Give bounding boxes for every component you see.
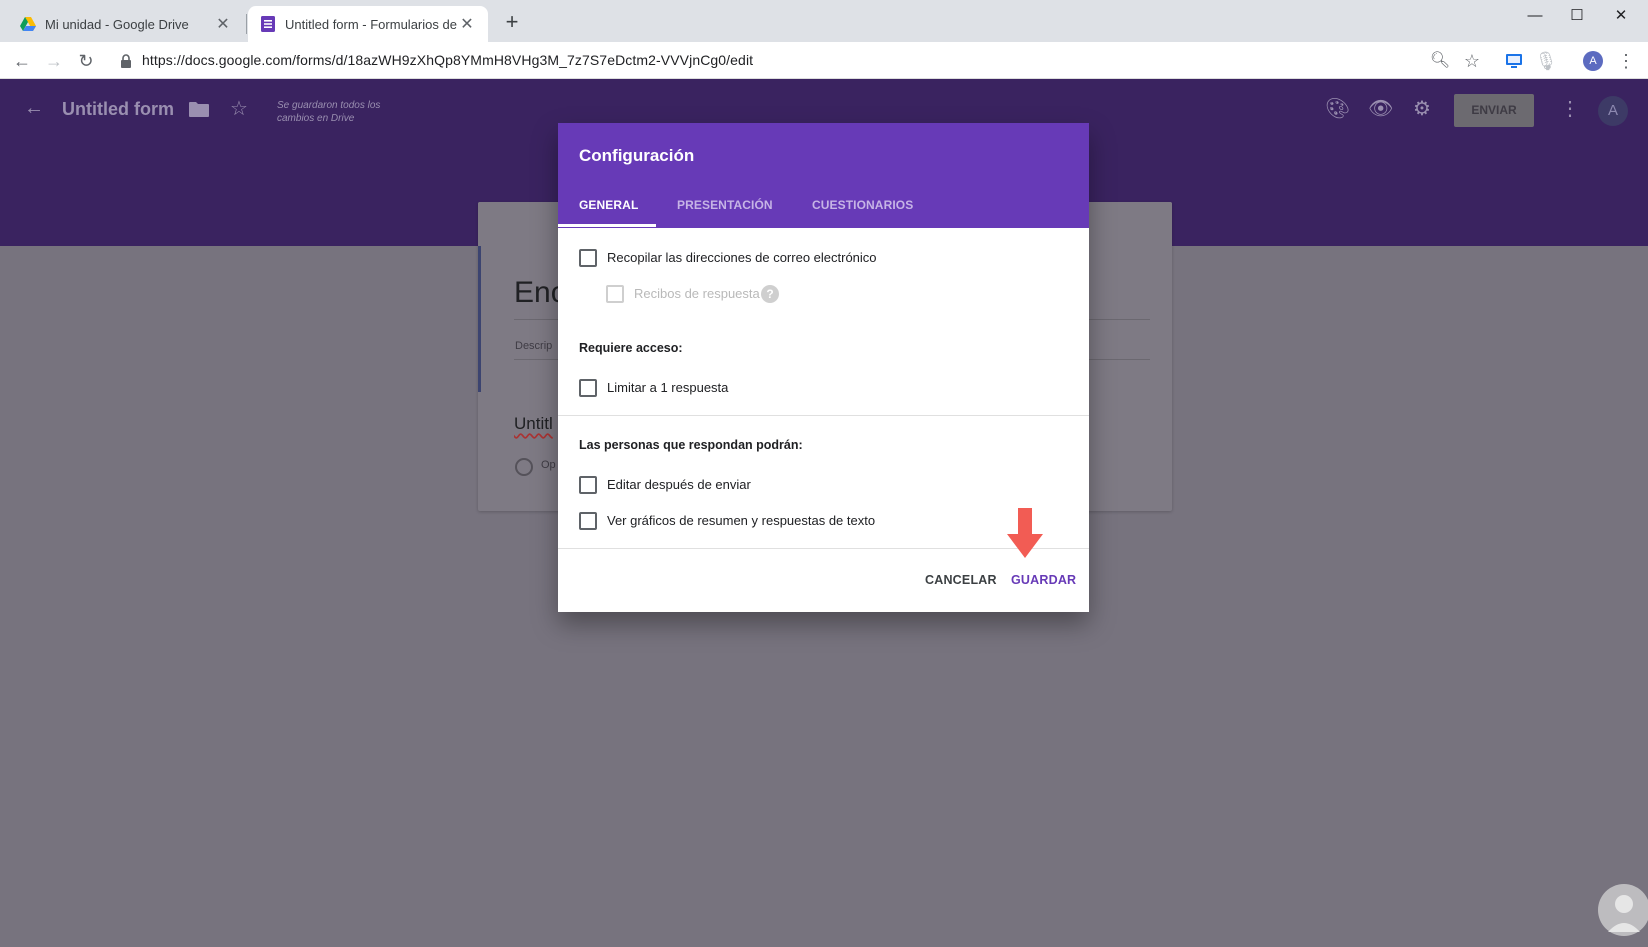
lock-icon (121, 54, 131, 68)
watermark-logo-icon (1598, 884, 1648, 936)
tab-untitled-form[interactable]: Untitled form - Formularios de G ✕ (248, 6, 488, 42)
forward-icon[interactable]: → (42, 49, 66, 73)
section-divider (558, 415, 1089, 416)
reload-icon[interactable]: ↻ (74, 49, 98, 73)
question-title: Untitl (514, 414, 553, 433)
folder-icon[interactable] (188, 100, 210, 118)
tab-title: Untitled form - Formularios de G (285, 16, 458, 32)
save-status: Se guardaron todos los cambios en Drive (277, 100, 381, 124)
respondents-can-heading: Las personas que respondan podrán: (579, 438, 803, 452)
radio-option (515, 458, 533, 476)
microphone-icon[interactable]: 🎙︎ (1534, 49, 1558, 73)
tab-title: Mi unidad - Google Drive (45, 16, 189, 32)
zoom-icon[interactable]: 🔍︎ (1428, 49, 1452, 73)
requires-access-heading: Requiere acceso: (579, 341, 683, 355)
view-summary-charts-label: Ver gráficos de resumen y respuestas de … (607, 513, 876, 528)
response-receipts-label: Recibos de respuesta (634, 286, 760, 301)
collect-emails-checkbox[interactable] (579, 249, 597, 267)
cancel-button[interactable]: CANCELAR (925, 573, 997, 587)
option-label: Op (541, 459, 556, 471)
tab-separator (246, 14, 247, 34)
dialog-header: Configuración GENERAL PRESENTACIÓN CUEST… (558, 123, 1089, 228)
tab-quizzes[interactable]: CUESTIONARIOS (812, 198, 913, 212)
google-drive-icon (20, 16, 36, 32)
tab-google-drive[interactable]: Mi unidad - Google Drive ✕ (8, 6, 244, 42)
arrow-down-icon (1007, 508, 1043, 558)
maximize-icon[interactable]: ☐ (1556, 4, 1598, 28)
active-tab-indicator (558, 224, 656, 227)
tab-presentation[interactable]: PRESENTACIÓN (677, 198, 773, 212)
response-receipts-checkbox (606, 285, 624, 303)
form-title[interactable]: Untitled form (62, 99, 174, 120)
bookmark-star-icon[interactable]: ☆ (1460, 49, 1484, 73)
back-arrow-icon[interactable]: ← (22, 96, 46, 120)
settings-gear-icon[interactable]: ⚙ (1411, 98, 1433, 120)
send-button[interactable]: ENVIAR (1454, 94, 1534, 127)
palette-icon[interactable]: 🎨︎ (1325, 98, 1350, 120)
preview-eye-icon[interactable]: 👁︎ (1368, 98, 1393, 120)
save-button[interactable]: GUARDAR (1011, 573, 1076, 587)
account-avatar[interactable]: A (1598, 96, 1628, 126)
new-tab-icon[interactable]: + (500, 10, 524, 34)
google-forms-icon (260, 16, 276, 32)
browser-toolbar: ← → ↻ https://docs.google.com/forms/d/18… (0, 42, 1648, 79)
form-card-accent (478, 246, 481, 392)
minimize-icon[interactable]: — (1514, 4, 1556, 28)
help-icon[interactable]: ? (761, 285, 779, 303)
limit-one-response-checkbox[interactable] (579, 379, 597, 397)
cast-icon[interactable] (1502, 49, 1526, 73)
edit-after-submit-label: Editar después de enviar (607, 477, 751, 492)
browser-menu-icon[interactable]: ⋮ (1614, 49, 1638, 73)
close-tab-icon[interactable]: ✕ (458, 14, 476, 34)
close-tab-icon[interactable]: ✕ (214, 14, 232, 34)
more-options-icon[interactable]: ⋮ (1559, 98, 1581, 120)
close-window-icon[interactable]: ✕ (1600, 4, 1642, 28)
tab-general[interactable]: GENERAL (579, 198, 638, 212)
edit-after-submit-checkbox[interactable] (579, 476, 597, 494)
address-bar[interactable]: https://docs.google.com/forms/d/18azWH9z… (142, 52, 753, 68)
collect-emails-label: Recopilar las direcciones de correo elec… (607, 250, 877, 265)
star-icon[interactable]: ☆ (230, 96, 248, 121)
back-icon[interactable]: ← (10, 49, 34, 73)
form-description: Descrip (515, 340, 553, 352)
limit-one-response-label: Limitar a 1 respuesta (607, 380, 729, 395)
browser-tab-strip: Mi unidad - Google Drive ✕ Untitled form… (0, 0, 1648, 42)
dialog-title: Configuración (579, 146, 695, 165)
view-summary-charts-checkbox[interactable] (579, 512, 597, 530)
profile-avatar[interactable]: A (1583, 51, 1603, 71)
